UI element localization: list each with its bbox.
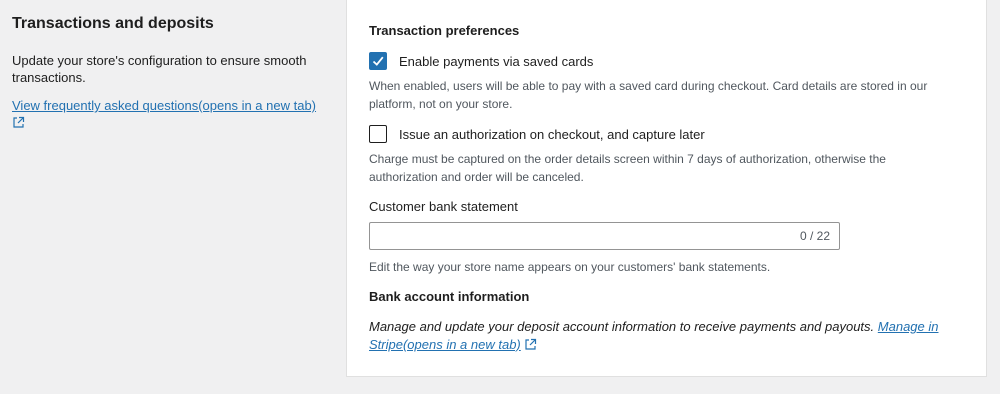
saved-cards-label[interactable]: Enable payments via saved cards [399, 54, 593, 69]
section-title: Transactions and deposits [12, 15, 214, 32]
external-link-icon [524, 338, 537, 350]
character-counter: 0 / 22 [799, 229, 830, 243]
bank-statement-input[interactable]: 0 / 22 [369, 222, 840, 250]
external-link-icon [12, 116, 25, 128]
checkmark-icon [370, 53, 386, 69]
bank-statement-help: Edit the way your store name appears on … [369, 260, 771, 274]
saved-cards-checkbox[interactable] [369, 52, 387, 70]
bank-account-description: Manage and update your deposit account i… [369, 319, 875, 334]
authorization-label[interactable]: Issue an authorization on checkout, and … [399, 127, 705, 142]
settings-card: Transaction preferences Enable payments … [346, 0, 987, 377]
section-description: Update your store's configuration to ens… [12, 53, 307, 85]
authorization-checkbox[interactable] [369, 125, 387, 143]
bank-account-text: Manage and update your deposit account i… [369, 318, 954, 354]
faq-link[interactable]: View frequently asked questions(opens in… [12, 97, 332, 131]
settings-page: Transactions and deposits Update your st… [0, 0, 1000, 394]
authorization-help: Charge must be captured on the order det… [369, 152, 886, 184]
bank-account-title: Bank account information [369, 289, 530, 304]
saved-cards-help: When enabled, users will be able to pay … [369, 79, 928, 111]
bank-statement-label: Customer bank statement [369, 199, 518, 214]
transaction-preferences-title: Transaction preferences [369, 23, 520, 38]
faq-link-text[interactable]: View frequently asked questions(opens in… [12, 98, 316, 113]
